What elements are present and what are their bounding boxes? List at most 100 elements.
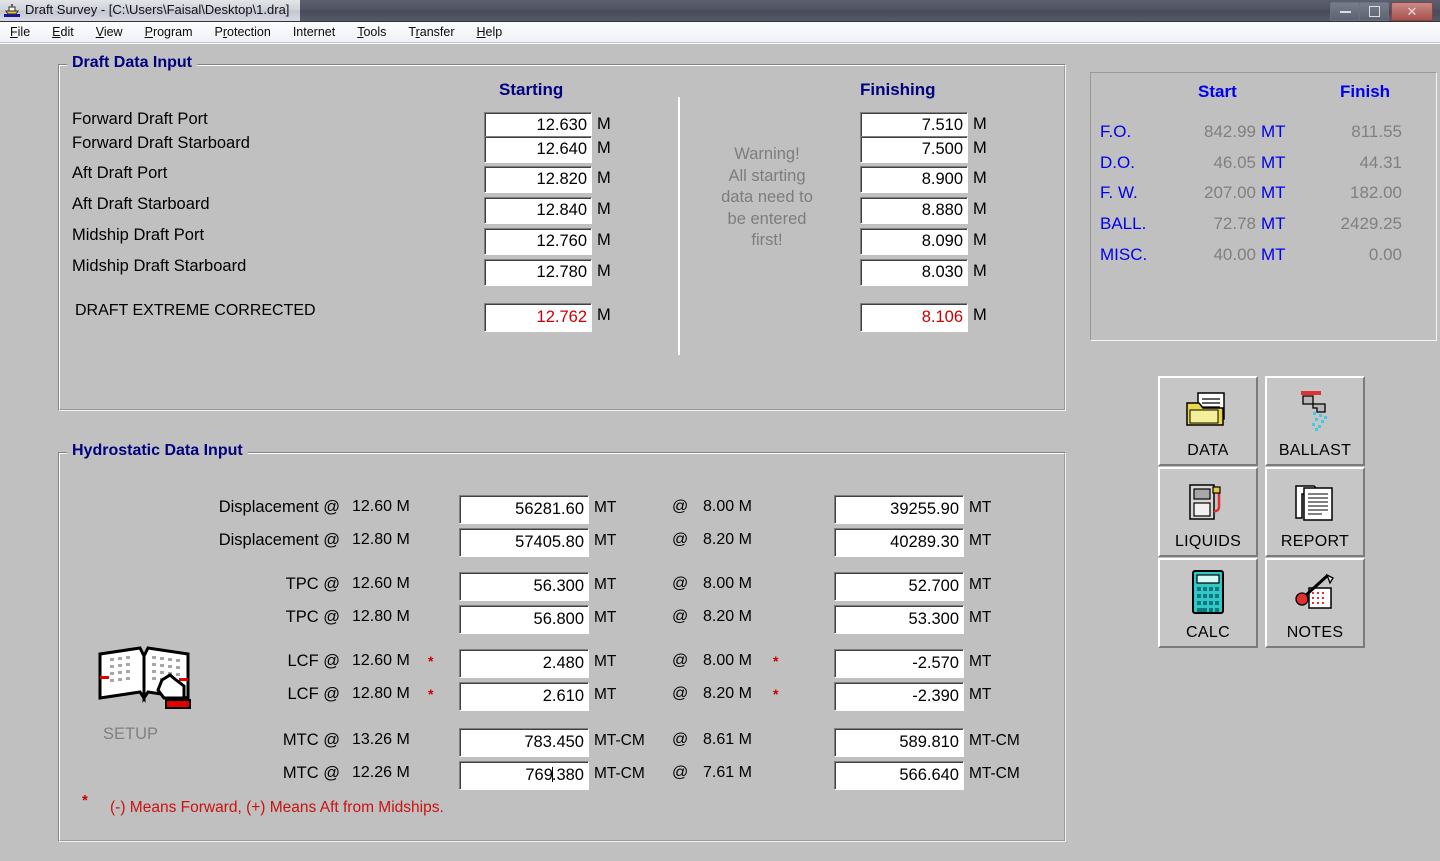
hydro-right-unit-6: MT-CM bbox=[969, 732, 1020, 749]
data-button[interactable]: DATA bbox=[1158, 376, 1258, 466]
summary-label-0: F.O. bbox=[1100, 122, 1132, 141]
summary-label-4: MISC. bbox=[1100, 245, 1148, 264]
hydro-row-label-2: TPC @ bbox=[285, 575, 340, 593]
close-button[interactable]: ✕ bbox=[1391, 2, 1433, 21]
hydro-right-unit-7: MT-CM bbox=[969, 765, 1020, 782]
draft-start-unit-3: M bbox=[597, 200, 611, 218]
draft-finish-unit-2: M bbox=[973, 169, 987, 187]
menu-item-internet[interactable]: Internet bbox=[291, 24, 337, 40]
menu-item-transfer[interactable]: Transfer bbox=[406, 24, 456, 40]
liquids-button[interactable]: LIQUIDS bbox=[1158, 467, 1258, 557]
menu-item-help[interactable]: Help bbox=[475, 24, 505, 40]
draft-finish-input-4[interactable]: 8.090 bbox=[860, 228, 968, 255]
hydro-right-unit-5: MT bbox=[969, 686, 992, 703]
hydro-left-star-4: * bbox=[428, 653, 434, 669]
menu-item-file[interactable]: File bbox=[8, 24, 32, 40]
maximize-button[interactable] bbox=[1359, 2, 1389, 21]
hydro-right-input-0[interactable]: 39255.90 bbox=[834, 495, 964, 524]
hydro-left-input-2[interactable]: 56.300 bbox=[459, 572, 589, 601]
calc-button[interactable]: CALC bbox=[1158, 558, 1258, 648]
hydro-left-depth-5: 12.80 M bbox=[352, 685, 410, 702]
hydro-at-symbol-6: @ bbox=[672, 731, 689, 748]
hydro-row-label-7: MTC @ bbox=[282, 764, 340, 782]
hydro-right-depth-0: 8.00 M bbox=[703, 498, 752, 515]
ballast-button-label: BALLAST bbox=[1278, 442, 1352, 459]
hydro-left-input-3[interactable]: 56.800 bbox=[459, 605, 589, 634]
ship-icon bbox=[4, 4, 20, 17]
pen-notes-icon bbox=[1267, 560, 1363, 624]
draft-row-label-3: Aft Draft Starboard bbox=[72, 195, 210, 213]
hydro-left-input-5[interactable]: 2.610 bbox=[459, 682, 589, 711]
draft-start-input-1[interactable]: 12.640 bbox=[484, 136, 592, 163]
draft-finish-input-3[interactable]: 8.880 bbox=[860, 197, 968, 224]
hydro-right-input-5[interactable]: -2.390 bbox=[834, 682, 964, 711]
hydro-left-input-1[interactable]: 57405.80 bbox=[459, 528, 589, 557]
hydro-right-unit-0: MT bbox=[969, 499, 992, 516]
minimize-button[interactable] bbox=[1330, 2, 1360, 21]
warning-message: Warning! All starting data need to be enter… bbox=[721, 145, 813, 249]
hydro-row-label-1: Displacement @ bbox=[218, 531, 340, 549]
menu-item-protection[interactable]: Protection bbox=[213, 24, 273, 40]
draft-start-input-0[interactable]: 12.630 bbox=[484, 112, 592, 139]
hydro-right-unit-4: MT bbox=[969, 653, 992, 670]
hydro-left-input-7[interactable]: 769.380 bbox=[459, 761, 589, 790]
draft-start-unit-0: M bbox=[597, 115, 611, 133]
notes-button[interactable]: NOTES bbox=[1265, 558, 1365, 648]
ballast-button[interactable]: BALLAST bbox=[1265, 376, 1365, 466]
draft-start-unit-4: M bbox=[597, 231, 611, 249]
hydro-left-input-6[interactable]: 783.450 bbox=[459, 728, 589, 757]
window-title: Draft Survey - [C:\Users\Faisal\Desktop\… bbox=[25, 2, 290, 17]
hydro-left-star-5: * bbox=[428, 686, 434, 702]
summary-header-finish: Finish bbox=[1340, 82, 1391, 101]
hydro-at-symbol-1: @ bbox=[672, 531, 689, 548]
hydro-right-star-5: * bbox=[773, 686, 779, 702]
draft-finish-input-0[interactable]: 7.510 bbox=[860, 112, 968, 139]
hydro-at-symbol-3: @ bbox=[672, 608, 689, 625]
hydro-right-input-3[interactable]: 53.300 bbox=[834, 605, 964, 634]
menu-item-program[interactable]: Program bbox=[143, 24, 195, 40]
calc-button-label: CALC bbox=[1186, 624, 1230, 641]
draft-row-label-4: Midship Draft Port bbox=[72, 226, 205, 244]
hydro-right-input-7[interactable]: 566.640 bbox=[834, 761, 964, 790]
draft-corrected-label: DRAFT EXTREME CORRECTED bbox=[75, 302, 316, 319]
summary-header-start: Start bbox=[1198, 82, 1237, 101]
hydro-left-unit-2: MT bbox=[594, 576, 617, 593]
draft-finish-input-2[interactable]: 8.900 bbox=[860, 166, 968, 193]
draft-row-label-0: Forward Draft Port bbox=[72, 110, 208, 128]
hydro-left-input-0[interactable]: 56281.60 bbox=[459, 495, 589, 524]
title-bar: Draft Survey - [C:\Users\Faisal\Desktop\… bbox=[0, 0, 1440, 22]
draft-start-input-5[interactable]: 12.780 bbox=[484, 259, 592, 286]
menu-item-edit[interactable]: Edit bbox=[50, 24, 76, 40]
report-button[interactable]: REPORT bbox=[1265, 467, 1365, 557]
draft-start-input-3[interactable]: 12.840 bbox=[484, 197, 592, 224]
draft-finish-input-5[interactable]: 8.030 bbox=[860, 259, 968, 286]
column-header-starting: Starting bbox=[499, 80, 564, 99]
draft-finish-input-1[interactable]: 7.500 bbox=[860, 136, 968, 163]
menu-item-view[interactable]: View bbox=[94, 24, 125, 40]
hydro-right-input-4[interactable]: -2.570 bbox=[834, 649, 964, 678]
consumables-summary-panel bbox=[1090, 72, 1437, 341]
hydro-right-input-2[interactable]: 52.700 bbox=[834, 572, 964, 601]
summary-start-unit-2: MT bbox=[1261, 183, 1286, 202]
liquids-button-label: LIQUIDS bbox=[1174, 533, 1242, 550]
fuel-pump-icon bbox=[1160, 469, 1256, 533]
draft-finish-unit-1: M bbox=[973, 139, 987, 157]
summary-start-unit-3: MT bbox=[1261, 214, 1286, 233]
hydro-right-depth-2: 8.00 M bbox=[703, 575, 752, 592]
notes-button-label: NOTES bbox=[1286, 624, 1344, 641]
menu-item-tools[interactable]: Tools bbox=[355, 24, 388, 40]
hydro-left-unit-7: MT-CM bbox=[594, 765, 645, 782]
hydro-left-input-4[interactable]: 2.480 bbox=[459, 649, 589, 678]
hydro-row-label-6: MTC @ bbox=[282, 731, 340, 749]
hydro-right-depth-4: 8.00 M bbox=[703, 652, 752, 669]
hydro-right-input-1[interactable]: 40289.30 bbox=[834, 528, 964, 557]
draft-start-unit-1: M bbox=[597, 139, 611, 157]
draft-start-input-2[interactable]: 12.820 bbox=[484, 166, 592, 193]
draft-start-input-4[interactable]: 12.760 bbox=[484, 228, 592, 255]
hydro-right-input-6[interactable]: 589.810 bbox=[834, 728, 964, 757]
hydro-right-depth-5: 8.20 M bbox=[703, 685, 752, 702]
summary-start-value-2: 207.00 bbox=[1204, 183, 1256, 202]
faucet-water-icon bbox=[1267, 378, 1363, 442]
hydro-right-unit-1: MT bbox=[969, 532, 992, 549]
hydro-at-symbol-2: @ bbox=[672, 575, 689, 592]
